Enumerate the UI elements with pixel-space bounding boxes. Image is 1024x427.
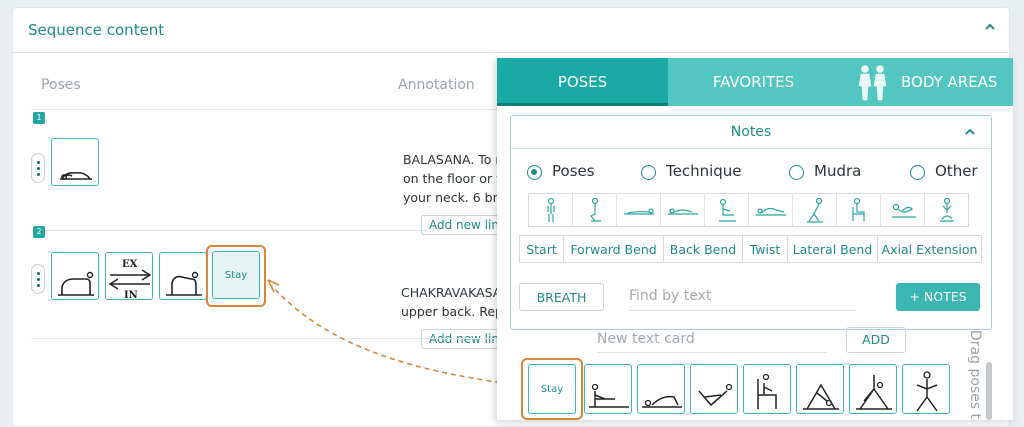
pose-type-icons: [528, 193, 969, 227]
stay-card[interactable]: Stay: [528, 364, 576, 414]
cow-pose-icon: [166, 271, 202, 296]
drag-handle[interactable]: [31, 264, 45, 294]
kneeling-pose-icon[interactable]: [573, 194, 617, 226]
category-filter-row: Start Forward Bend Back Bend Twist Later…: [519, 235, 982, 263]
breath-arrows-icon: EX IN: [108, 259, 152, 301]
category-back-bend[interactable]: Back Bend: [664, 236, 743, 262]
triangle-pose-icon: [856, 375, 892, 410]
add-new-line-button[interactable]: Add new line: [421, 329, 501, 349]
downdog-pose-icon: [803, 383, 839, 410]
add-new-line-button[interactable]: Add new line: [421, 215, 501, 235]
body-figures-icon: [858, 65, 887, 101]
tab-body-areas-label: BODY AREAS: [901, 73, 998, 91]
drag-handle[interactable]: [31, 153, 45, 183]
radio-poses[interactable]: Poses: [527, 162, 597, 182]
notes-title: Notes: [730, 124, 772, 140]
balance-pose-icon[interactable]: [793, 194, 837, 226]
pose-tile-balasana[interactable]: [51, 138, 99, 186]
standing-pose-icon[interactable]: [529, 194, 573, 226]
pose-tile-triangle[interactable]: [849, 364, 897, 414]
radio-other[interactable]: Other: [910, 162, 980, 182]
inverted-pose-icon[interactable]: [749, 194, 793, 226]
category-twist[interactable]: Twist: [743, 236, 788, 262]
radio-dot: [910, 165, 925, 180]
radio-dot: [527, 165, 542, 180]
breath-button[interactable]: BREATH: [519, 283, 604, 311]
annotation-text: CHAKRAVAKASA upper back. Rep: [401, 285, 499, 319]
radio-technique[interactable]: Technique: [641, 162, 742, 182]
svg-text:IN: IN: [124, 290, 138, 301]
radio-dot: [641, 165, 656, 180]
find-by-text-input[interactable]: Find by text: [629, 283, 856, 311]
drag-hint: Drag poses to: [967, 330, 983, 420]
chair-pose-icon[interactable]: [837, 194, 881, 226]
divider: [31, 230, 426, 231]
tab-body-areas[interactable]: BODY AREAS: [839, 58, 1013, 106]
sequence-title: Sequence content: [28, 21, 165, 39]
divider: [31, 338, 501, 339]
pose-tile-lying[interactable]: [637, 364, 685, 414]
scrollbar-thumb[interactable]: [986, 362, 992, 420]
annotation-text: BALASANA. To r on the floor or y your ne…: [403, 152, 499, 205]
tab-poses[interactable]: POSES: [497, 58, 668, 106]
category-forward-bend[interactable]: Forward Bend: [564, 236, 664, 262]
column-header-annotation: Annotation: [398, 77, 475, 93]
pose-tile-standing[interactable]: [902, 364, 950, 414]
chevron-up-icon[interactable]: [964, 126, 976, 138]
add-notes-button[interactable]: + NOTES: [896, 283, 980, 311]
radio-dot: [789, 165, 804, 180]
add-button[interactable]: ADD: [846, 327, 906, 353]
chevron-up-icon[interactable]: [983, 20, 997, 34]
svg-text:EX: EX: [122, 259, 138, 270]
lying-pose-icon: [642, 395, 682, 408]
pose-tile-downdog[interactable]: [796, 364, 844, 414]
boat-pose-icon: [698, 383, 733, 407]
notes-box: Notes Poses Technique Mudra Other Start …: [510, 115, 992, 330]
tab-favorites[interactable]: FAVORITES: [668, 58, 839, 106]
row-badge: 2: [33, 226, 45, 238]
stay-card[interactable]: Stay: [212, 251, 260, 299]
staff-pose-icon: [589, 383, 629, 408]
twist-pose-icon[interactable]: [881, 194, 925, 226]
pose-tile-cat[interactable]: [51, 252, 99, 300]
pose-tile-boat[interactable]: [690, 364, 738, 414]
category-lateral-bend[interactable]: Lateral Bend: [788, 236, 878, 262]
seated-pose-icon[interactable]: [705, 194, 749, 226]
category-axial-extension[interactable]: Axial Extension: [878, 236, 981, 262]
standing-wide-icon: [916, 371, 938, 412]
pose-tile-cow[interactable]: [159, 252, 207, 300]
pose-library-panel: POSES FAVORITES BODY AREAS Notes Poses T…: [497, 58, 1013, 420]
chair-seated-icon: [757, 373, 777, 409]
new-text-card-input[interactable]: New text card: [597, 327, 827, 353]
supine-pose-icon[interactable]: [661, 194, 705, 226]
breath-card-ex-in[interactable]: EX IN: [105, 252, 153, 301]
pose-tile-staff[interactable]: [584, 364, 632, 414]
category-start[interactable]: Start: [520, 236, 564, 262]
prone-pose-icon[interactable]: [617, 194, 661, 226]
cat-pose-icon: [58, 271, 94, 296]
radio-mudra[interactable]: Mudra: [789, 162, 869, 182]
lotus-pose-icon[interactable]: [925, 194, 968, 226]
pose-tile-chair-seated[interactable]: [743, 364, 791, 414]
notes-header[interactable]: Notes: [511, 116, 991, 149]
divider: [31, 109, 511, 110]
column-header-poses: Poses: [41, 77, 81, 93]
sequence-header[interactable]: Sequence content: [13, 8, 1009, 53]
child-pose-icon: [60, 171, 92, 180]
row-badge: 1: [33, 112, 45, 124]
